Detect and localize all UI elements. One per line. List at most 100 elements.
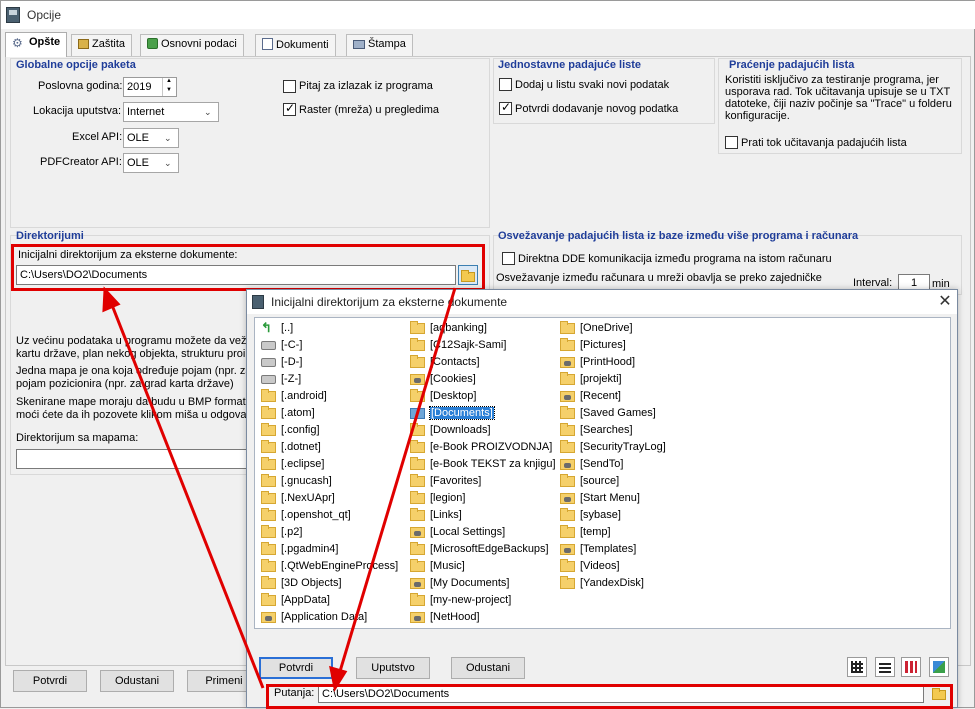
directory-item[interactable]: [Links]: [410, 508, 462, 525]
maps-dir-input[interactable]: [16, 449, 256, 469]
tab-zastita[interactable]: Zaštita: [71, 34, 133, 56]
ask-exit-checkbox[interactable]: [283, 80, 296, 93]
dialog-help-button[interactable]: Uputstvo: [356, 657, 430, 679]
help-location-select[interactable]: Internet ⌄: [123, 102, 219, 122]
cancel-button[interactable]: Odustani: [100, 670, 174, 692]
directory-item-label: [Videos]: [580, 560, 620, 572]
directory-item[interactable]: [sybase]: [560, 508, 621, 525]
add-new-checkbox[interactable]: [499, 78, 512, 91]
directory-item[interactable]: [NetHood]: [410, 610, 480, 627]
directory-item[interactable]: [.android]: [261, 389, 327, 406]
directory-item[interactable]: [..]: [261, 320, 293, 338]
directory-item[interactable]: [.dotnet]: [261, 440, 321, 457]
directory-item[interactable]: [Favorites]: [410, 474, 481, 491]
folder-icon: [560, 559, 575, 572]
directory-item[interactable]: [.NexUApr]: [261, 491, 335, 508]
tab-osnovni-podaci[interactable]: Osnovni podaci: [140, 34, 244, 56]
directory-item[interactable]: [Searches]: [560, 423, 633, 440]
year-spinner[interactable]: 2019: [123, 77, 177, 97]
pdfcreator-api-select[interactable]: OLE ⌄: [123, 153, 179, 173]
directory-item-label: [Start Menu]: [580, 492, 640, 504]
directory-item[interactable]: [temp]: [560, 525, 611, 542]
directory-item[interactable]: [my-new-project]: [410, 593, 511, 610]
directory-item[interactable]: [Saved Games]: [560, 406, 656, 423]
directory-item[interactable]: [3D Objects]: [261, 576, 342, 593]
directory-item-label: [.dotnet]: [281, 441, 321, 453]
directory-item[interactable]: [-C-]: [261, 338, 302, 355]
global-options-title: Globalne opcije paketa: [16, 59, 136, 71]
directory-item[interactable]: [.p2]: [261, 525, 302, 542]
dde-checkbox[interactable]: [502, 252, 515, 265]
directory-item[interactable]: [Desktop]: [410, 389, 476, 406]
directory-item[interactable]: [Application Data]: [261, 610, 367, 627]
tracking-description: Koristiti isključivo za testiranje progr…: [725, 74, 952, 122]
directory-item[interactable]: [Recent]: [560, 389, 621, 406]
raster-checkbox[interactable]: [283, 101, 296, 116]
directory-item[interactable]: [OneDrive]: [560, 321, 633, 338]
directory-item-label: [projekti]: [580, 373, 622, 385]
directory-item-label: [OneDrive]: [580, 322, 633, 334]
tab-label: Osnovni podaci: [161, 38, 237, 50]
directory-item[interactable]: [.gnucash]: [261, 474, 332, 491]
directory-item[interactable]: [legion]: [410, 491, 465, 508]
directory-item[interactable]: [Templates]: [560, 542, 636, 559]
directory-item[interactable]: [SecurityTrayLog]: [560, 440, 666, 457]
directory-item-label: [e-Book PROIZVODNJA]: [430, 441, 553, 453]
directory-item[interactable]: [.eclipse]: [261, 457, 324, 474]
directory-item[interactable]: [e-Book TEKST za knjigu]: [410, 457, 556, 474]
directory-item-label: [Local Settings]: [430, 526, 506, 538]
confirm-button[interactable]: Potvrdi: [13, 670, 87, 692]
directory-item[interactable]: [Music]: [410, 559, 465, 576]
directory-item[interactable]: [-D-]: [261, 355, 302, 372]
excel-api-select[interactable]: OLE ⌄: [123, 128, 179, 148]
tab-stampa[interactable]: Štampa: [346, 34, 413, 56]
directory-item[interactable]: [YandexDisk]: [560, 576, 644, 593]
directory-item[interactable]: [Documents]: [410, 406, 495, 423]
directory-item[interactable]: [-Z-]: [261, 372, 301, 389]
directory-item[interactable]: [Contacts]: [410, 355, 480, 372]
directory-item[interactable]: [.atom]: [261, 406, 315, 423]
directory-item[interactable]: [C12Sajk-Sami]: [410, 338, 506, 355]
directory-item[interactable]: [.config]: [261, 423, 320, 440]
dialog-confirm-button[interactable]: Potvrdi: [259, 657, 333, 679]
folder-icon: [261, 389, 276, 402]
view-list-icon[interactable]: [875, 657, 895, 677]
folder-icon: [560, 338, 575, 351]
tab-opste[interactable]: ⚙ Opšte: [5, 32, 68, 57]
close-icon[interactable]: ✕: [935, 291, 955, 311]
directory-item[interactable]: [Local Settings]: [410, 525, 505, 542]
directory-item[interactable]: [AppData]: [261, 593, 330, 610]
spinner-arrows-icon[interactable]: [162, 78, 176, 96]
folder-icon: [261, 576, 276, 589]
directory-item[interactable]: [Cookies]: [410, 372, 476, 389]
directory-item[interactable]: [.QtWebEngineProcess]: [261, 559, 398, 576]
directory-item[interactable]: [Pictures]: [560, 338, 626, 355]
directory-item[interactable]: [SendTo]: [560, 457, 623, 474]
directory-item[interactable]: [aqbanking]: [410, 321, 487, 338]
directory-item[interactable]: [Downloads]: [410, 423, 491, 440]
directory-item[interactable]: [projekti]: [560, 372, 622, 389]
directory-item[interactable]: [e-Book PROIZVODNJA]: [410, 440, 552, 457]
directory-item[interactable]: [MicrosoftEdgeBackups]: [410, 542, 549, 559]
dialog-cancel-button[interactable]: Odustani: [451, 657, 525, 679]
folder-icon: [560, 423, 575, 436]
folder-icon: [261, 491, 276, 504]
directory-item[interactable]: [Start Menu]: [560, 491, 640, 508]
track-checkbox[interactable]: [725, 136, 738, 149]
view-thumbnails-icon[interactable]: [929, 657, 949, 677]
directory-item[interactable]: [Videos]: [560, 559, 620, 576]
directory-dialog: Inicijalni direktorijum za eksterne doku…: [246, 289, 958, 709]
excel-api-value: OLE: [127, 132, 150, 144]
directory-item-label: [SecurityTrayLog]: [580, 441, 666, 453]
view-details-icon[interactable]: [847, 657, 867, 677]
view-icons-icon[interactable]: [901, 657, 921, 677]
directory-item[interactable]: [source]: [560, 474, 619, 491]
directory-item[interactable]: [.openshot_qt]: [261, 508, 351, 525]
directory-item[interactable]: [My Documents]: [410, 576, 509, 593]
directory-list[interactable]: [..] [-C-] [-D-] [-Z-] [.android] [.atom] [.co…: [254, 317, 951, 629]
confirm-add-checkbox[interactable]: [499, 100, 512, 115]
tab-dokumenti[interactable]: Dokumenti: [255, 34, 336, 56]
directory-item[interactable]: [.pgadmin4]: [261, 542, 338, 559]
directory-item[interactable]: [PrintHood]: [560, 355, 635, 372]
title-bar: Opcije: [1, 1, 975, 29]
